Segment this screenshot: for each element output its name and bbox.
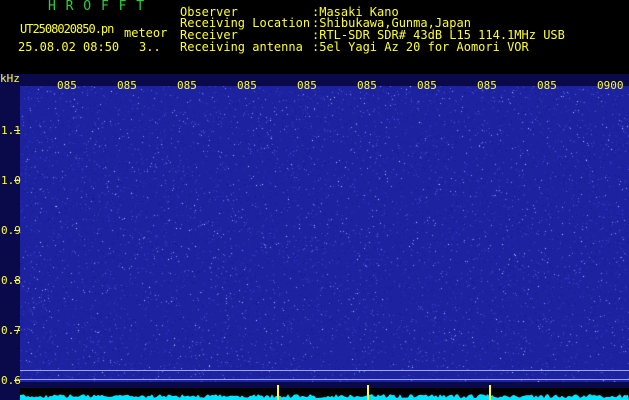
file-name: UT2508020850.pn — [20, 22, 114, 36]
spectrum-trace — [20, 394, 629, 400]
time-tick: 085 — [417, 79, 437, 92]
time-tick: 085 — [537, 79, 557, 92]
frequency-line-upper — [20, 370, 629, 371]
spectrum-fill — [20, 394, 629, 400]
y-tick — [14, 330, 20, 331]
time-tick: 085 — [237, 79, 257, 92]
datetime: 25.08.02 08:50 — [18, 40, 120, 54]
event-count: 3.. — [139, 40, 161, 54]
time-tick: 085 — [117, 79, 137, 92]
meta-value-antenna: :5el Yagi Az 20 for Aomori VOR — [312, 40, 529, 54]
time-tick: 085 — [357, 79, 377, 92]
y-tick — [14, 180, 20, 181]
time-marker — [277, 385, 279, 400]
frequency-line-lower — [20, 379, 629, 380]
time-tick: 0900 — [597, 79, 624, 92]
header-panel: H R O F F T UT2508020850.pn meteor 25.08… — [0, 0, 629, 74]
y-tick — [14, 380, 20, 381]
y-tick — [14, 230, 20, 231]
y-tick — [14, 130, 20, 131]
waterfall-plot[interactable] — [20, 86, 629, 382]
spectrum-bar — [20, 388, 629, 400]
file-tag: meteor — [124, 26, 168, 40]
y-tick — [14, 280, 20, 281]
app-title: H R O F F T — [48, 0, 146, 14]
time-tick: 085 — [177, 79, 197, 92]
meta-label-antenna: Receiving antenna — [180, 40, 303, 54]
time-marker — [367, 385, 369, 400]
time-tick: 085 — [57, 79, 77, 92]
time-marker — [489, 385, 491, 400]
frequency-unit-label: kHz — [0, 72, 20, 85]
time-tick: 085 — [297, 79, 317, 92]
noise-canvas — [20, 86, 629, 382]
time-tick: 085 — [477, 79, 497, 92]
